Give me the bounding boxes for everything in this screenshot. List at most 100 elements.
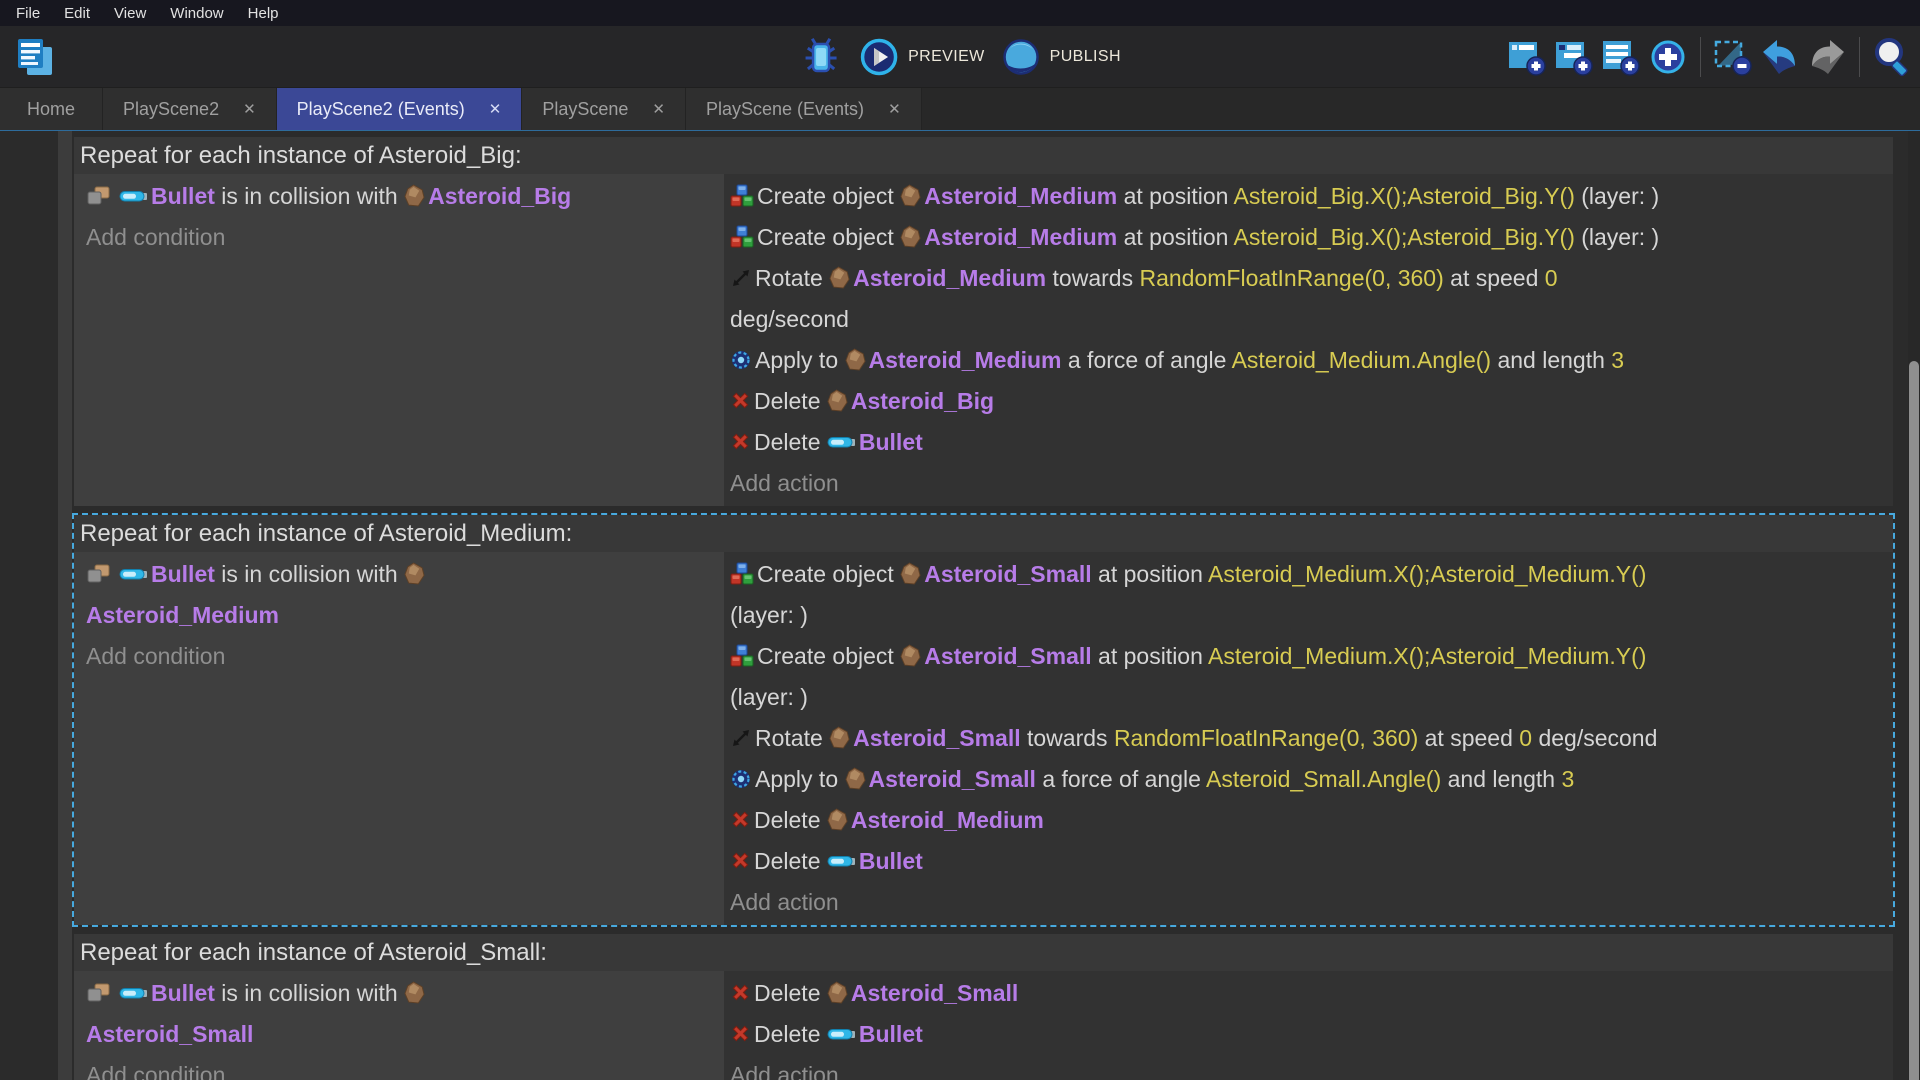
action-row[interactable]: Delete Asteroid_Medium	[730, 800, 1885, 841]
events-sheet[interactable]: Repeat for each instance of Asteroid_Big…	[72, 131, 1895, 1080]
action-row[interactable]: Apply to Asteroid_Small a force of angle…	[730, 759, 1885, 800]
add-condition-button[interactable]: Add condition	[86, 636, 714, 677]
text-segment: Create object	[757, 183, 900, 209]
add-condition-button[interactable]: Add condition	[86, 1055, 714, 1080]
publish-button[interactable]: PUBLISH	[1001, 37, 1121, 77]
text-segment: Bullet	[859, 848, 923, 874]
text-segment: (layer: )	[1575, 224, 1659, 250]
text-segment: Delete	[754, 807, 827, 833]
menu-help[interactable]: Help	[236, 5, 291, 22]
event-block[interactable]: Repeat for each instance of Asteroid_Big…	[72, 135, 1895, 508]
app-logo-button[interactable]	[12, 33, 60, 81]
condition-row[interactable]: Bullet is in collision with Asteroid_Big	[86, 176, 714, 217]
text-segment: is in collision with	[215, 561, 404, 587]
actions-column: Create object Asteroid_Medium at positio…	[724, 174, 1893, 506]
event-header[interactable]: Repeat for each instance of Asteroid_Big…	[74, 137, 1893, 174]
tab-playscene2-events[interactable]: PlayScene2 (Events)✕	[277, 88, 523, 130]
add-circle-button[interactable]	[1646, 35, 1690, 79]
tab-label: Home	[27, 99, 75, 120]
rotate-icon	[730, 727, 752, 749]
asteroid-icon	[827, 808, 848, 831]
toolbar-center: PREVIEW PUBLISH	[799, 26, 1121, 87]
asteroid-icon	[900, 562, 921, 585]
action-row[interactable]: Create object Asteroid_Medium at positio…	[730, 217, 1885, 258]
menu-edit[interactable]: Edit	[52, 5, 102, 22]
tab-close-icon[interactable]: ✕	[243, 100, 256, 118]
tab-playscene-events[interactable]: PlayScene (Events) ✕	[686, 88, 922, 130]
text-segment: RandomFloatInRange(0, 360)	[1139, 265, 1443, 291]
add-action-button[interactable]: Add action	[730, 463, 1885, 504]
conditions-column: Bullet is in collision with Asteroid_Big…	[74, 174, 724, 506]
asteroid-icon	[845, 767, 866, 790]
text-segment: 3	[1561, 766, 1574, 792]
rotate-icon	[730, 267, 752, 289]
text-segment: Asteroid_Medium	[86, 602, 279, 628]
action-row[interactable]: Delete Asteroid_Small	[730, 973, 1885, 1014]
event-header[interactable]: Repeat for each instance of Asteroid_Sma…	[74, 934, 1893, 971]
add-comment-icon	[1600, 36, 1642, 78]
text-segment: at position	[1092, 643, 1208, 669]
text-segment: (layer: )	[730, 602, 808, 628]
event-block[interactable]: Repeat for each instance of Asteroid_Sma…	[72, 932, 1895, 1080]
tab-home[interactable]: Home	[0, 88, 103, 130]
add-comment-button[interactable]	[1599, 35, 1643, 79]
tab-close-icon[interactable]: ✕	[489, 100, 502, 118]
menu-file[interactable]: File	[4, 5, 52, 22]
scrollbar-thumb[interactable]	[1909, 361, 1919, 1080]
text-segment: Apply to	[755, 347, 845, 373]
tab-close-icon[interactable]: ✕	[652, 100, 665, 118]
text-segment: 3	[1611, 347, 1624, 373]
action-row[interactable]: Rotate Asteroid_Medium towards RandomFlo…	[730, 258, 1885, 340]
add-action-button[interactable]: Add action	[730, 882, 1885, 923]
action-row[interactable]: Apply to Asteroid_Medium a force of angl…	[730, 340, 1885, 381]
add-circle-icon	[1647, 36, 1689, 78]
bullet-icon	[119, 985, 148, 1001]
action-row[interactable]: Delete Bullet	[730, 1014, 1885, 1055]
text-segment: Apply to	[755, 766, 845, 792]
tab-playscene2[interactable]: PlayScene2✕	[103, 88, 277, 130]
asteroid-icon	[900, 644, 921, 667]
event-header[interactable]: Repeat for each instance of Asteroid_Med…	[74, 515, 1893, 552]
condition-row[interactable]: Bullet is in collision with Asteroid_Sma…	[86, 973, 714, 1055]
delete-icon	[730, 390, 751, 411]
tab-close-icon[interactable]: ✕	[888, 100, 901, 118]
event-block[interactable]: Repeat for each instance of Asteroid_Med…	[72, 513, 1895, 927]
preview-button[interactable]: PREVIEW	[859, 37, 985, 77]
menu-view[interactable]: View	[102, 5, 158, 22]
text-segment: at position	[1117, 224, 1233, 250]
menu-window[interactable]: Window	[158, 5, 235, 22]
debug-button[interactable]	[799, 35, 843, 79]
add-subevent-button[interactable]	[1552, 35, 1596, 79]
action-row[interactable]: Delete Bullet	[730, 422, 1885, 463]
add-action-button[interactable]: Add action	[730, 1055, 1885, 1080]
action-row[interactable]: Create object Asteroid_Small at position…	[730, 636, 1885, 718]
action-row[interactable]: Create object Asteroid_Medium at positio…	[730, 176, 1885, 217]
search-button[interactable]	[1870, 35, 1914, 79]
condition-row[interactable]: Bullet is in collision with Asteroid_Med…	[86, 554, 714, 636]
text-segment: is in collision with	[215, 980, 404, 1006]
tab-label: PlayScene (Events)	[706, 99, 864, 120]
action-row[interactable]: Create object Asteroid_Small at position…	[730, 554, 1885, 636]
delete-icon	[730, 809, 751, 830]
text-segment: Asteroid_Medium.X();Asteroid_Medium.Y()	[1208, 561, 1646, 587]
undo-button[interactable]	[1758, 35, 1802, 79]
collision-icon	[86, 186, 111, 206]
publish-label: PUBLISH	[1050, 48, 1121, 66]
bullet-icon	[119, 566, 148, 582]
action-row[interactable]: Delete Asteroid_Big	[730, 381, 1885, 422]
action-row[interactable]: Rotate Asteroid_Small towards RandomFloa…	[730, 718, 1885, 759]
text-segment: Bullet	[151, 183, 215, 209]
tab-playscene[interactable]: PlayScene✕	[522, 88, 686, 130]
add-condition-button[interactable]: Add condition	[86, 217, 714, 258]
remove-event-button[interactable]	[1711, 35, 1755, 79]
add-event-icon	[1506, 36, 1548, 78]
action-row[interactable]: Delete Bullet	[730, 841, 1885, 882]
text-segment: at speed	[1444, 265, 1545, 291]
scrollbar[interactable]	[1908, 131, 1920, 1080]
text-segment: Asteroid_Small.Angle()	[1206, 766, 1441, 792]
redo-icon	[1806, 36, 1848, 78]
redo-button[interactable]	[1805, 35, 1849, 79]
add-event-button[interactable]	[1505, 35, 1549, 79]
text-segment: and length	[1441, 766, 1561, 792]
asteroid-icon	[827, 389, 848, 412]
